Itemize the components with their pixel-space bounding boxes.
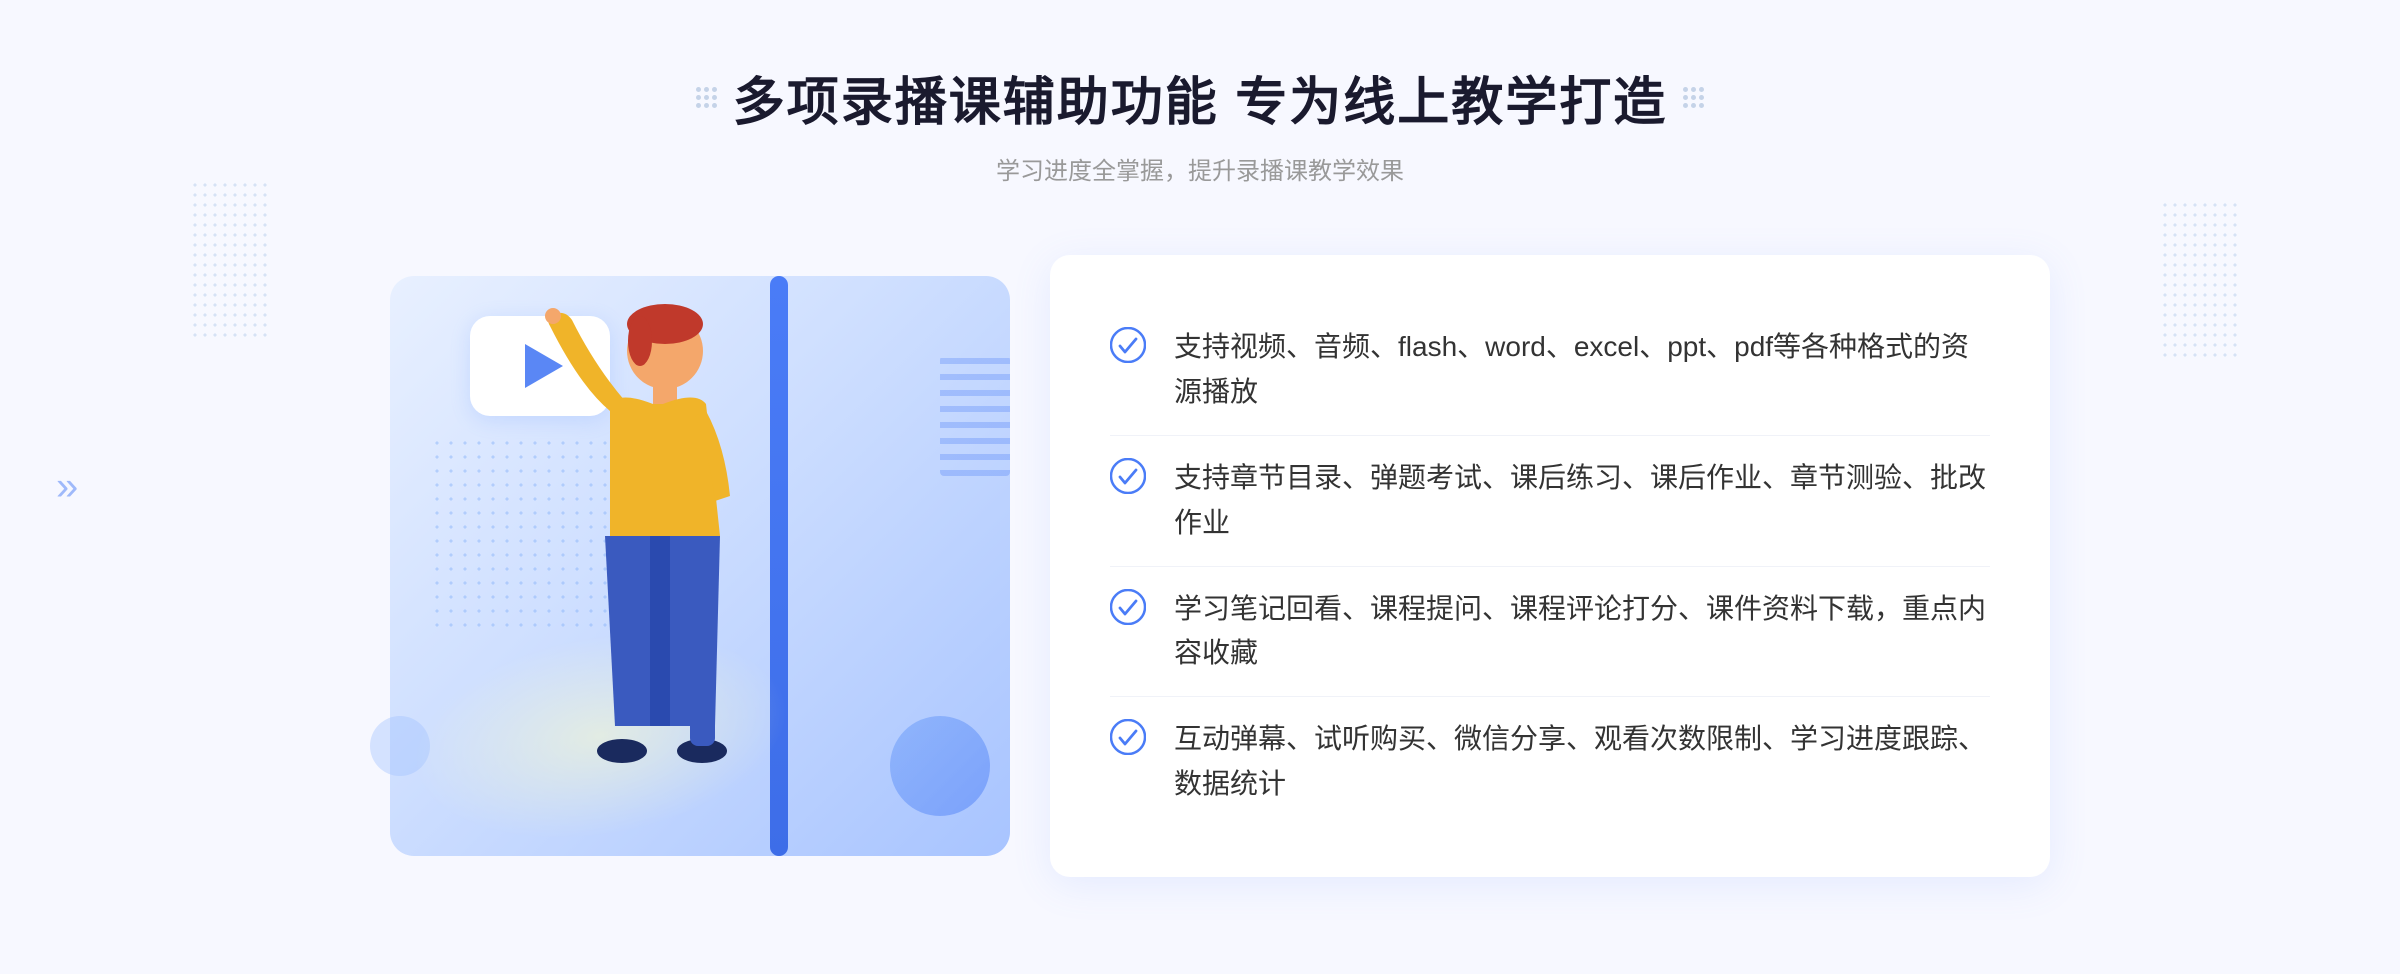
feature-text-1: 支持视频、音频、flash、word、excel、ppt、pdf等各种格式的资源… (1174, 325, 1990, 415)
feature-text-2: 支持章节目录、弹题考试、课后练习、课后作业、章节测验、批改作业 (1174, 456, 1990, 546)
feature-item-2: 支持章节目录、弹题考试、课后练习、课后作业、章节测验、批改作业 (1110, 436, 1990, 567)
main-title: 多项录播课辅助功能 专为线上教学打造 (733, 60, 1667, 135)
feature-item-1: 支持视频、音频、flash、word、excel、ppt、pdf等各种格式的资源… (1110, 305, 1990, 436)
feature-item-4: 互动弹幕、试听购买、微信分享、观看次数限制、学习进度跟踪、数据统计 (1110, 697, 1990, 827)
page-container: 多项录播课辅助功能 专为线上教学打造 学习进度全掌握，提升录播课教学效果 » (0, 0, 2400, 974)
person-illustration (510, 296, 790, 876)
header-dots-left (696, 87, 717, 108)
content-area: 支持视频、音频、flash、word、excel、ppt、pdf等各种格式的资源… (350, 236, 2050, 896)
subtitle: 学习进度全掌握，提升录播课教学效果 (696, 151, 1704, 186)
dots-right-deco (2160, 200, 2240, 360)
check-icon-2 (1110, 458, 1146, 494)
illustration-wrapper (350, 236, 1070, 896)
check-icon-4 (1110, 719, 1146, 755)
feature-text-4: 互动弹幕、试听购买、微信分享、观看次数限制、学习进度跟踪、数据统计 (1174, 717, 1990, 807)
circle-large-deco (890, 716, 990, 816)
header-dots-right (1683, 87, 1704, 108)
check-icon-3 (1110, 589, 1146, 625)
dots-left-deco (190, 180, 270, 340)
stripe-decoration (940, 356, 1010, 476)
features-panel: 支持视频、音频、flash、word、excel、ppt、pdf等各种格式的资源… (1050, 255, 2050, 876)
check-icon-1 (1110, 327, 1146, 363)
left-chevron-icon: » (56, 465, 78, 510)
feature-item-3: 学习笔记回看、课程提问、课程评论打分、课件资料下载，重点内容收藏 (1110, 567, 1990, 698)
feature-text-3: 学习笔记回看、课程提问、课程评论打分、课件资料下载，重点内容收藏 (1174, 587, 1990, 677)
page-header: 多项录播课辅助功能 专为线上教学打造 学习进度全掌握，提升录播课教学效果 (696, 60, 1704, 186)
